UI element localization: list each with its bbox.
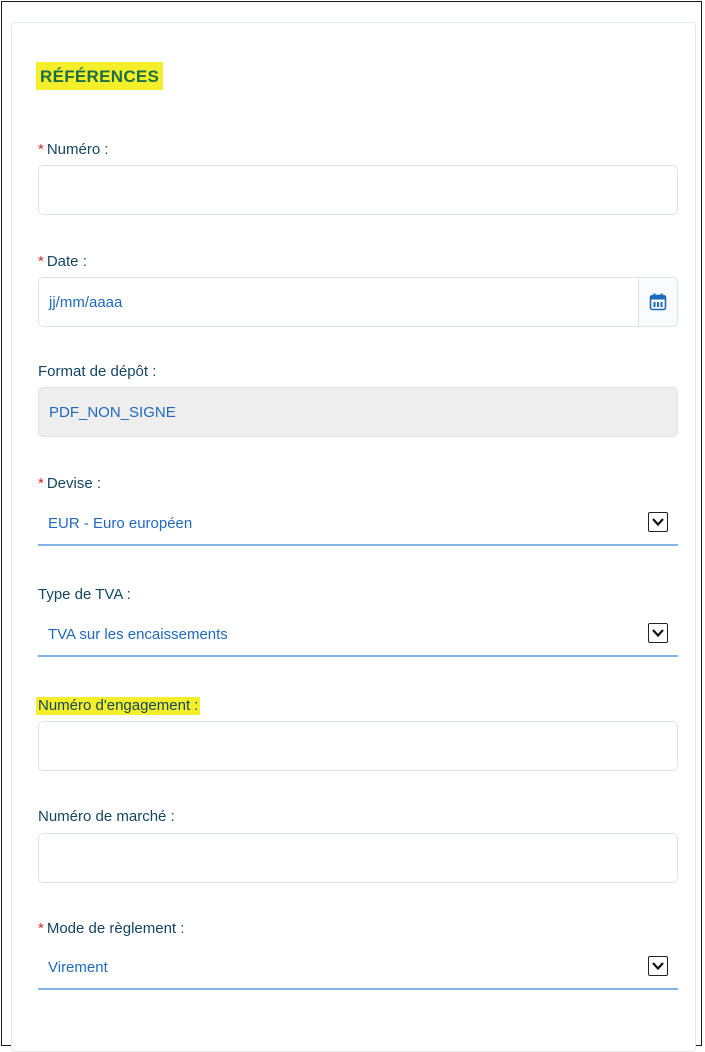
calendar-icon [649, 293, 667, 311]
date-field[interactable]: jj/mm/aaaa [38, 277, 678, 327]
mode-reglement-label: * Mode de règlement : [38, 920, 185, 937]
section-title: RÉFÉRENCES [36, 62, 164, 90]
type-tva-select[interactable]: TVA sur les encaissements [38, 612, 678, 657]
type-tva-label: Type de TVA : [38, 586, 131, 603]
numero-marche-label: Numéro de marché : [38, 808, 175, 825]
numero-engagement-label: Numéro d'engagement : [36, 697, 201, 715]
required-mark: * [38, 920, 44, 937]
chevron-down-icon [648, 512, 668, 532]
chevron-down-icon [648, 623, 668, 643]
chevron-down-icon [648, 956, 668, 976]
numero-label: * Numéro : [38, 141, 109, 158]
devise-label: * Devise : [38, 475, 102, 492]
format-depot-label: Format de dépôt : [38, 363, 157, 380]
numero-marche-field[interactable] [38, 833, 678, 883]
format-depot-field: PDF_NON_SIGNE [38, 387, 678, 437]
required-mark: * [38, 253, 44, 270]
devise-select[interactable]: EUR - Euro européen [38, 501, 678, 546]
type-tva-value: TVA sur les encaissements [48, 626, 228, 643]
devise-value: EUR - Euro européen [48, 515, 193, 532]
numero-engagement-field[interactable] [38, 721, 678, 771]
date-picker-button[interactable] [638, 277, 678, 327]
mode-reglement-value: Virement [48, 959, 108, 976]
format-depot-value: PDF_NON_SIGNE [49, 404, 176, 421]
date-label: * Date : [38, 253, 87, 270]
mode-reglement-select[interactable]: Virement [38, 945, 678, 990]
required-mark: * [38, 141, 44, 158]
required-mark: * [38, 475, 44, 492]
date-placeholder: jj/mm/aaaa [49, 294, 123, 311]
numero-field[interactable] [38, 165, 678, 215]
